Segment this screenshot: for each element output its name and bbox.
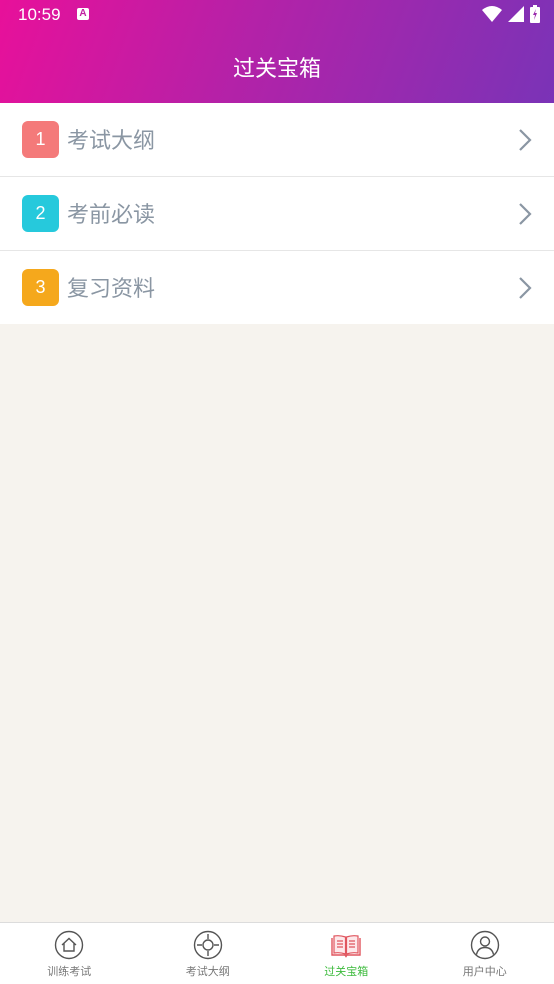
tab-label: 训练考试 [47, 965, 92, 978]
tab-label: 用户中心 [462, 965, 507, 978]
list-item[interactable]: 2 考前必读 [0, 177, 554, 251]
target-icon [193, 930, 222, 960]
signal-icon [508, 6, 524, 22]
book-icon [331, 935, 361, 958]
list-item[interactable]: 3 复习资料 [0, 251, 554, 324]
page-title: 过关宝箱 [232, 57, 321, 82]
bottom-tab-bar: 训练考试 考试大纲 过关宝箱 用户中心 [0, 922, 554, 984]
chevron-right-icon [519, 203, 532, 225]
tab-treasure-box[interactable]: 过关宝箱 [277, 923, 416, 984]
item-label: 复习资料 [67, 277, 156, 302]
battery-icon [530, 5, 540, 23]
app-header: 10:59 A 过关宝箱 [0, 0, 554, 103]
chevron-right-icon [519, 129, 532, 151]
tab-label: 过关宝箱 [324, 965, 369, 978]
tab-exam-outline[interactable]: 考试大纲 [139, 923, 278, 984]
chevron-right-icon [519, 277, 532, 299]
user-icon [470, 930, 499, 960]
wifi-icon [482, 6, 502, 22]
status-time: 10:59 [18, 5, 61, 24]
tab-training-exam[interactable]: 训练考试 [0, 923, 139, 984]
tab-label: 考试大纲 [185, 965, 230, 978]
status-icons [482, 5, 540, 23]
home-icon [55, 930, 84, 960]
item-label: 考前必读 [67, 203, 156, 228]
list-item[interactable]: 1 考试大纲 [0, 103, 554, 177]
number-badge: 3 [22, 269, 59, 306]
menu-list: 1 考试大纲 2 考前必读 3 复习资料 [0, 103, 554, 324]
tab-user-center[interactable]: 用户中心 [416, 923, 554, 984]
item-label: 考试大纲 [67, 129, 156, 154]
number-badge: 1 [22, 121, 59, 158]
notification-icon: A [77, 8, 89, 20]
number-badge: 2 [22, 195, 59, 232]
